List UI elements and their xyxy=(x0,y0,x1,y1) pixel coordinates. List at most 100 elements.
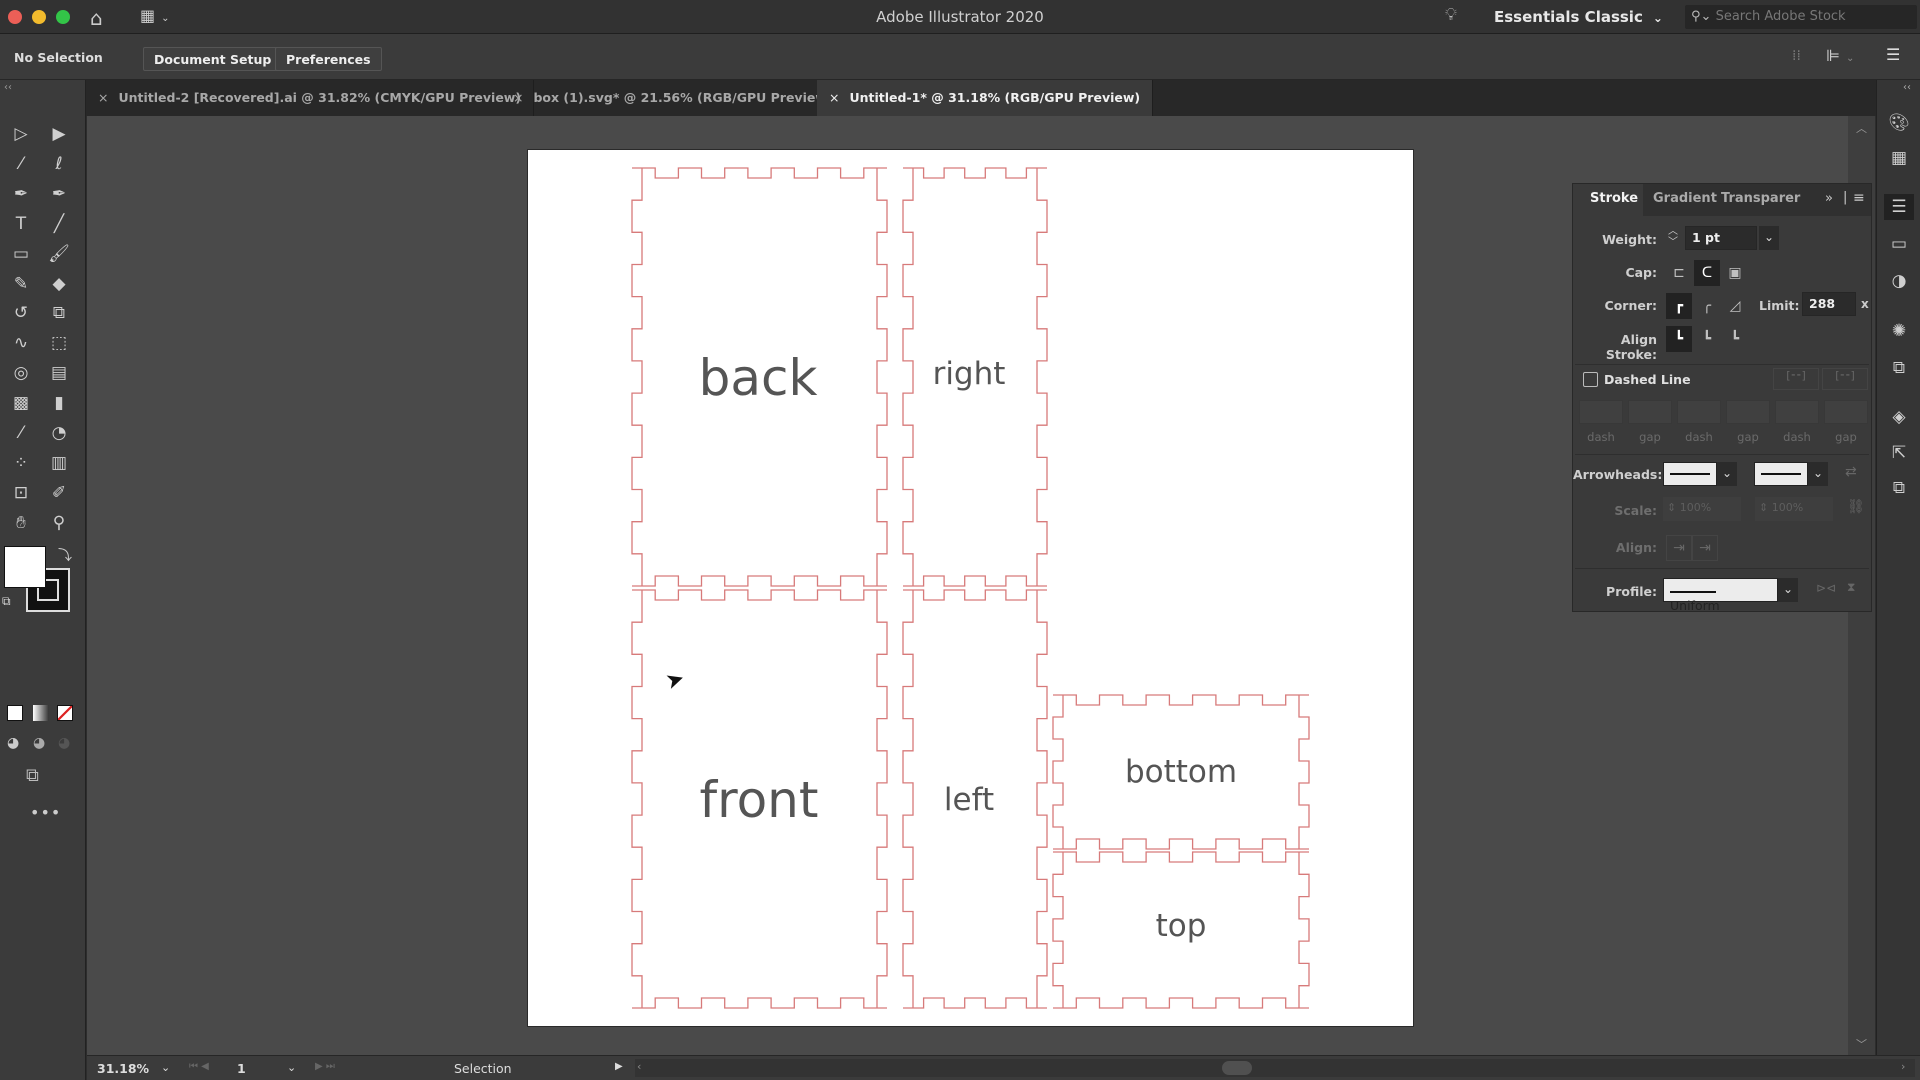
panel-menu-icon[interactable]: ☰ xyxy=(1886,45,1900,64)
asset-export-icon[interactable]: ⇱ xyxy=(1884,440,1914,466)
round-join-icon[interactable]: ╭ xyxy=(1694,293,1720,319)
layers-panel-icon[interactable]: ◈ xyxy=(1884,404,1914,430)
tab-transparency[interactable]: Transparer xyxy=(1721,191,1800,206)
scroll-down-icon[interactable]: ﹀ xyxy=(1856,1036,1867,1052)
color-guide-icon[interactable]: 🎨︎ xyxy=(1884,110,1914,136)
tab-untitled-1[interactable]: × Untitled-1* @ 31.18% (RGB/GPU Preview) xyxy=(817,80,1154,116)
slice-tool-icon[interactable]: ✐ xyxy=(44,479,74,507)
expand-panels-icon[interactable]: ‹‹ xyxy=(1903,82,1911,93)
projecting-cap-icon[interactable]: ▣ xyxy=(1722,260,1748,286)
artboards-panel-icon[interactable]: ⧉ xyxy=(1884,475,1914,501)
blend-tool-icon[interactable]: ◔ xyxy=(44,419,74,447)
gap-input[interactable] xyxy=(1824,400,1868,424)
weight-stepper-icon[interactable]: ︿ ﹀ xyxy=(1663,226,1683,250)
direct-selection-tool-icon[interactable]: ▶ xyxy=(44,120,74,148)
shaper-tool-icon[interactable]: ✎ xyxy=(6,270,36,298)
search-stock-input[interactable]: ⚲⌄ Search Adobe Stock xyxy=(1685,5,1917,29)
butt-cap-icon[interactable]: ⊏ xyxy=(1666,260,1692,286)
perspective-grid-tool-icon[interactable]: ▤ xyxy=(44,359,74,387)
bevel-join-icon[interactable]: ◿ xyxy=(1722,293,1748,319)
collapse-panel-icon[interactable]: ‹‹ xyxy=(4,82,12,93)
type-tool-icon[interactable]: T xyxy=(6,210,36,238)
close-tab-icon[interactable]: × xyxy=(98,90,108,105)
gap-input[interactable] xyxy=(1628,400,1672,424)
rotate-tool-icon[interactable]: ↺ xyxy=(6,299,36,327)
gradient-panel-icon[interactable]: ▭ xyxy=(1884,231,1914,257)
draw-behind-icon[interactable]: ◕ xyxy=(33,735,45,751)
rectangle-tool-icon[interactable]: ▭ xyxy=(6,240,36,268)
grid-align-icon[interactable]: ⁞⁞ xyxy=(1792,48,1801,64)
piece-label-bottom[interactable]: bottom xyxy=(1125,754,1237,790)
preferences-button[interactable]: Preferences xyxy=(275,47,382,71)
first-artboard-icon[interactable]: ⏮ ◀ xyxy=(189,1061,209,1072)
align-stroke-outside-icon[interactable]: ┗ xyxy=(1722,326,1748,352)
end-arrowhead-select[interactable] xyxy=(1754,462,1808,486)
piece-label-top[interactable]: top xyxy=(1156,908,1207,944)
tab-gradient[interactable]: Gradient xyxy=(1653,191,1717,206)
zoom-level[interactable]: 31.18% xyxy=(97,1061,149,1076)
mesh-tool-icon[interactable]: ▩ xyxy=(6,389,36,417)
curvature-tool-icon[interactable]: ✒ xyxy=(44,180,74,208)
arrow-tip-at-end-icon[interactable]: ⇥ xyxy=(1692,535,1718,561)
swap-arrowheads-icon[interactable]: ⇄ xyxy=(1845,464,1857,480)
artboard[interactable] xyxy=(528,150,1413,1026)
free-transform-tool-icon[interactable]: ⬚ xyxy=(44,329,74,357)
artboard-number-input[interactable]: 1 xyxy=(237,1061,289,1076)
status-menu-icon[interactable]: ▶ xyxy=(615,1061,623,1072)
scroll-left-icon[interactable]: ‹ xyxy=(637,1060,641,1073)
draw-inside-icon[interactable]: ◕ xyxy=(58,735,70,751)
chevron-down-icon[interactable]: ⌄ xyxy=(1778,578,1798,602)
start-scale-input[interactable]: ⇕ 100% xyxy=(1663,497,1741,521)
symbol-sprayer-tool-icon[interactable]: ⁘ xyxy=(6,449,36,477)
chevron-down-icon[interactable]: ⌄ xyxy=(1808,462,1828,486)
dash-input[interactable] xyxy=(1579,400,1623,424)
align-stroke-inside-icon[interactable]: ┗ xyxy=(1694,326,1720,352)
piece-label-left[interactable]: left xyxy=(944,782,994,818)
hand-tool-icon[interactable]: ✋︎ xyxy=(6,509,36,537)
round-cap-icon[interactable]: ᑕ xyxy=(1694,260,1720,286)
align-stroke-center-icon[interactable]: ┗ xyxy=(1666,326,1692,352)
gap-input[interactable] xyxy=(1726,400,1770,424)
eyedropper-tool-icon[interactable]: ⁄ xyxy=(6,419,36,447)
scale-tool-icon[interactable]: ⧉ xyxy=(44,299,74,327)
horizontal-scrollbar[interactable]: ‹ › xyxy=(635,1059,1915,1077)
zoom-dropdown-icon[interactable]: ⌄ xyxy=(161,1061,170,1074)
scroll-up-icon[interactable]: ︿ xyxy=(1856,120,1867,136)
stroke-panel-icon[interactable]: ☰ xyxy=(1884,194,1914,220)
tab-box-svg[interactable]: × box (1).svg* @ 21.56% (RGB/GPU Preview) xyxy=(501,80,846,116)
swatches-icon[interactable]: ▦ xyxy=(1884,145,1914,171)
warp-tool-icon[interactable]: ∿ xyxy=(6,329,36,357)
scroll-thumb[interactable] xyxy=(1222,1061,1252,1075)
color-mode-icon[interactable] xyxy=(7,705,23,721)
fill-swatch[interactable] xyxy=(4,546,46,588)
artboard-dropdown-icon[interactable]: ⌄ xyxy=(287,1061,296,1074)
dash-input[interactable] xyxy=(1775,400,1819,424)
draw-normal-icon[interactable]: ◕ xyxy=(7,735,19,751)
width-profile-select[interactable]: Uniform xyxy=(1663,578,1778,613)
flip-across-icon[interactable]: ⧗ xyxy=(1847,580,1855,595)
tab-untitled-2[interactable]: × Untitled-2 [Recovered].ai @ 31.82% (CMY… xyxy=(86,80,535,116)
lightbulb-icon[interactable]: 💡︎ xyxy=(1445,5,1457,25)
none-mode-icon[interactable] xyxy=(57,705,73,721)
piece-label-back[interactable]: back xyxy=(699,349,818,407)
default-fill-stroke-icon[interactable]: ⧉ xyxy=(2,594,11,609)
gradient-tool-icon[interactable]: ▮ xyxy=(44,389,74,417)
document-setup-button[interactable]: Document Setup xyxy=(143,47,283,71)
eraser-tool-icon[interactable]: ◆ xyxy=(44,270,74,298)
column-graph-tool-icon[interactable]: ▥ xyxy=(44,449,74,477)
link-scale-icon[interactable]: ⛓ xyxy=(1847,499,1865,515)
current-tool-status[interactable]: Selection xyxy=(454,1061,512,1076)
change-screen-mode-icon[interactable]: ⧉ xyxy=(26,765,39,786)
start-arrowhead-select[interactable] xyxy=(1663,462,1717,486)
miter-join-icon[interactable]: ┏ xyxy=(1666,293,1692,319)
line-segment-tool-icon[interactable]: ╱ xyxy=(44,210,74,238)
next-artboard-icon[interactable]: ▶ ⏭ xyxy=(315,1061,335,1072)
pen-tool-icon[interactable]: ✒ xyxy=(6,180,36,208)
workspace-switcher[interactable]: Essentials Classic ⌄ xyxy=(1494,8,1663,26)
shape-builder-tool-icon[interactable]: ◎ xyxy=(6,359,36,387)
selection-tool-icon[interactable]: ▷ xyxy=(6,120,36,148)
close-tab-icon[interactable]: × xyxy=(513,90,523,105)
graphic-styles-icon[interactable]: ⧉ xyxy=(1884,355,1914,381)
swap-fill-stroke-icon[interactable]: ⤵ xyxy=(58,545,72,565)
magic-wand-tool-icon[interactable]: ⁄ xyxy=(6,150,36,178)
